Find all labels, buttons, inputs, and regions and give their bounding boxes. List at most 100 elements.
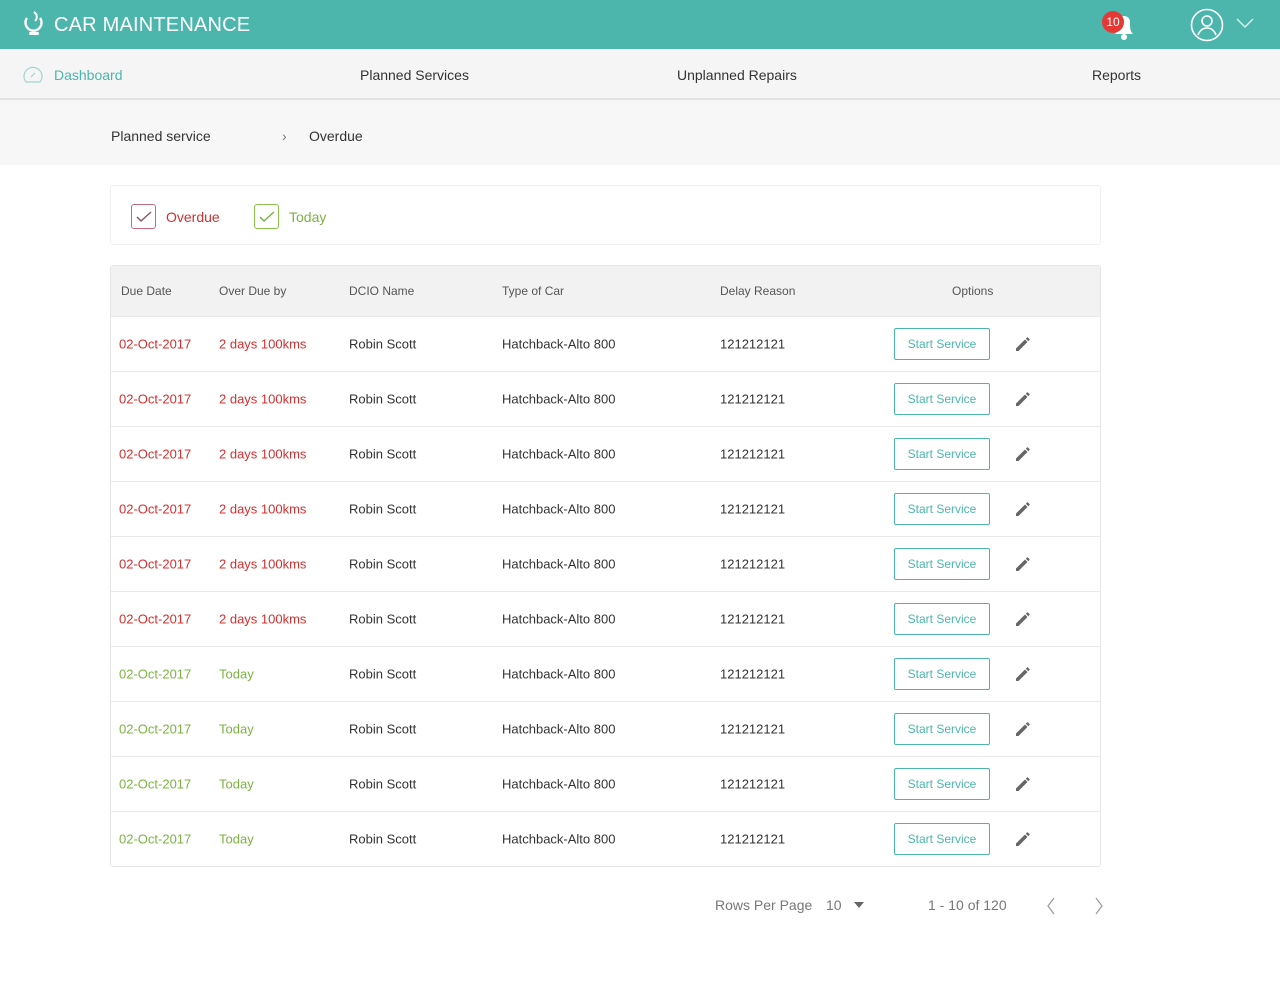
notification-badge[interactable]: 10: [1102, 11, 1124, 33]
filter-overdue-label: Overdue: [166, 208, 220, 225]
nav-dashboard[interactable]: Dashboard: [22, 65, 123, 85]
table-row: 02-Oct-2017 2 days 100kms Robin Scott Ha…: [111, 316, 1100, 371]
cell-over-due-by: 2 days 100kms: [219, 501, 307, 517]
cell-due-date: 02-Oct-2017: [119, 556, 192, 572]
edit-pencil-icon[interactable]: [1014, 775, 1032, 793]
cell-over-due-by: Today: [219, 776, 254, 792]
filter-bar: Overdue Today: [110, 185, 1101, 245]
cell-type-of-car: Hatchback-Alto 800: [502, 776, 616, 792]
start-service-button[interactable]: Start Service: [894, 548, 990, 580]
cell-delay-reason: 121212121: [720, 391, 786, 407]
col-options: Options: [952, 284, 994, 298]
chevron-down-icon[interactable]: [1236, 17, 1254, 29]
nav-unplanned-repairs[interactable]: Unplanned Repairs: [677, 67, 797, 83]
cell-delay-reason: 121212121: [720, 831, 786, 847]
table-row: 02-Oct-2017 2 days 100kms Robin Scott Ha…: [111, 591, 1100, 646]
logo-icon: [24, 11, 43, 35]
cell-due-date: 02-Oct-2017: [119, 831, 192, 847]
cell-over-due-by: 2 days 100kms: [219, 611, 307, 627]
edit-pencil-icon[interactable]: [1014, 665, 1032, 683]
filter-today-checkbox[interactable]: Today: [254, 204, 326, 229]
app-header: CAR MAINTENANCE 10: [0, 0, 1280, 49]
cell-dcio-name: Robin Scott: [349, 831, 417, 847]
cell-dcio-name: Robin Scott: [349, 446, 417, 462]
edit-pencil-icon[interactable]: [1014, 555, 1032, 573]
start-service-button[interactable]: Start Service: [894, 823, 990, 855]
main-nav: Dashboard Planned Services Unplanned Rep…: [0, 49, 1280, 100]
cell-type-of-car: Hatchback-Alto 800: [502, 501, 616, 517]
cell-type-of-car: Hatchback-Alto 800: [502, 446, 616, 462]
user-avatar-icon[interactable]: [1190, 8, 1224, 42]
filter-today-label: Today: [289, 208, 327, 225]
cell-delay-reason: 121212121: [720, 336, 786, 352]
caret-down-icon: [853, 902, 864, 908]
rows-per-page-value: 10: [826, 897, 842, 913]
pagination-range: 1 - 10 of 120: [928, 897, 1007, 913]
cell-over-due-by: 2 days 100kms: [219, 336, 307, 352]
cell-delay-reason: 121212121: [720, 446, 786, 462]
cell-delay-reason: 121212121: [720, 501, 786, 517]
cell-type-of-car: Hatchback-Alto 800: [502, 556, 616, 572]
cell-dcio-name: Robin Scott: [349, 776, 417, 792]
cell-due-date: 02-Oct-2017: [119, 446, 192, 462]
prev-page-icon[interactable]: [1046, 897, 1056, 915]
start-service-button[interactable]: Start Service: [894, 438, 990, 470]
edit-pencil-icon[interactable]: [1014, 610, 1032, 628]
table-row: 02-Oct-2017 2 days 100kms Robin Scott Ha…: [111, 536, 1100, 591]
start-service-button[interactable]: Start Service: [894, 658, 990, 690]
cell-delay-reason: 121212121: [720, 666, 786, 682]
services-table: Due Date Over Due by DCIO Name Type of C…: [110, 265, 1101, 867]
start-service-button[interactable]: Start Service: [894, 383, 990, 415]
edit-pencil-icon[interactable]: [1014, 830, 1032, 848]
rows-per-page-select[interactable]: 10: [826, 897, 864, 913]
cell-dcio-name: Robin Scott: [349, 556, 417, 572]
cell-dcio-name: Robin Scott: [349, 666, 417, 682]
cell-due-date: 02-Oct-2017: [119, 721, 192, 737]
breadcrumb-separator-icon: ›: [282, 128, 287, 144]
edit-pencil-icon[interactable]: [1014, 335, 1032, 353]
cell-due-date: 02-Oct-2017: [119, 336, 192, 352]
start-service-button[interactable]: Start Service: [894, 768, 990, 800]
cell-type-of-car: Hatchback-Alto 800: [502, 666, 616, 682]
cell-over-due-by: 2 days 100kms: [219, 446, 307, 462]
col-delay-reason[interactable]: Delay Reason: [720, 284, 795, 298]
edit-pencil-icon[interactable]: [1014, 720, 1032, 738]
next-page-icon[interactable]: [1094, 897, 1104, 915]
start-service-button[interactable]: Start Service: [894, 493, 990, 525]
dashboard-gauge-icon: [23, 66, 43, 83]
col-over-due-by[interactable]: Over Due by: [219, 284, 286, 298]
cell-over-due-by: Today: [219, 666, 254, 682]
table-row: 02-Oct-2017 2 days 100kms Robin Scott Ha…: [111, 371, 1100, 426]
cell-type-of-car: Hatchback-Alto 800: [502, 721, 616, 737]
edit-pencil-icon[interactable]: [1014, 390, 1032, 408]
filter-overdue-checkbox[interactable]: Overdue: [131, 204, 220, 229]
breadcrumb-current: Overdue: [309, 128, 363, 144]
col-dcio-name[interactable]: DCIO Name: [349, 284, 414, 298]
start-service-button[interactable]: Start Service: [894, 713, 990, 745]
breadcrumb-parent[interactable]: Planned service: [111, 128, 211, 144]
cell-dcio-name: Robin Scott: [349, 611, 417, 627]
table-row: 02-Oct-2017 Today Robin Scott Hatchback-…: [111, 811, 1100, 866]
cell-dcio-name: Robin Scott: [349, 391, 417, 407]
nav-reports[interactable]: Reports: [1092, 67, 1141, 83]
cell-over-due-by: Today: [219, 721, 254, 737]
table-body: 02-Oct-2017 2 days 100kms Robin Scott Ha…: [111, 316, 1100, 866]
cell-due-date: 02-Oct-2017: [119, 611, 192, 627]
start-service-button[interactable]: Start Service: [894, 328, 990, 360]
cell-delay-reason: 121212121: [720, 721, 786, 737]
edit-pencil-icon[interactable]: [1014, 500, 1032, 518]
edit-pencil-icon[interactable]: [1014, 445, 1032, 463]
cell-type-of-car: Hatchback-Alto 800: [502, 391, 616, 407]
start-service-button[interactable]: Start Service: [894, 603, 990, 635]
cell-dcio-name: Robin Scott: [349, 721, 417, 737]
col-type-of-car[interactable]: Type of Car: [502, 284, 564, 298]
col-due-date[interactable]: Due Date: [121, 284, 172, 298]
cell-delay-reason: 121212121: [720, 556, 786, 572]
cell-type-of-car: Hatchback-Alto 800: [502, 831, 616, 847]
cell-delay-reason: 121212121: [720, 776, 786, 792]
cell-dcio-name: Robin Scott: [349, 501, 417, 517]
table-header: Due Date Over Due by DCIO Name Type of C…: [111, 266, 1100, 316]
table-row: 02-Oct-2017 Today Robin Scott Hatchback-…: [111, 701, 1100, 756]
nav-planned-services[interactable]: Planned Services: [360, 67, 469, 83]
table-row: 02-Oct-2017 2 days 100kms Robin Scott Ha…: [111, 426, 1100, 481]
